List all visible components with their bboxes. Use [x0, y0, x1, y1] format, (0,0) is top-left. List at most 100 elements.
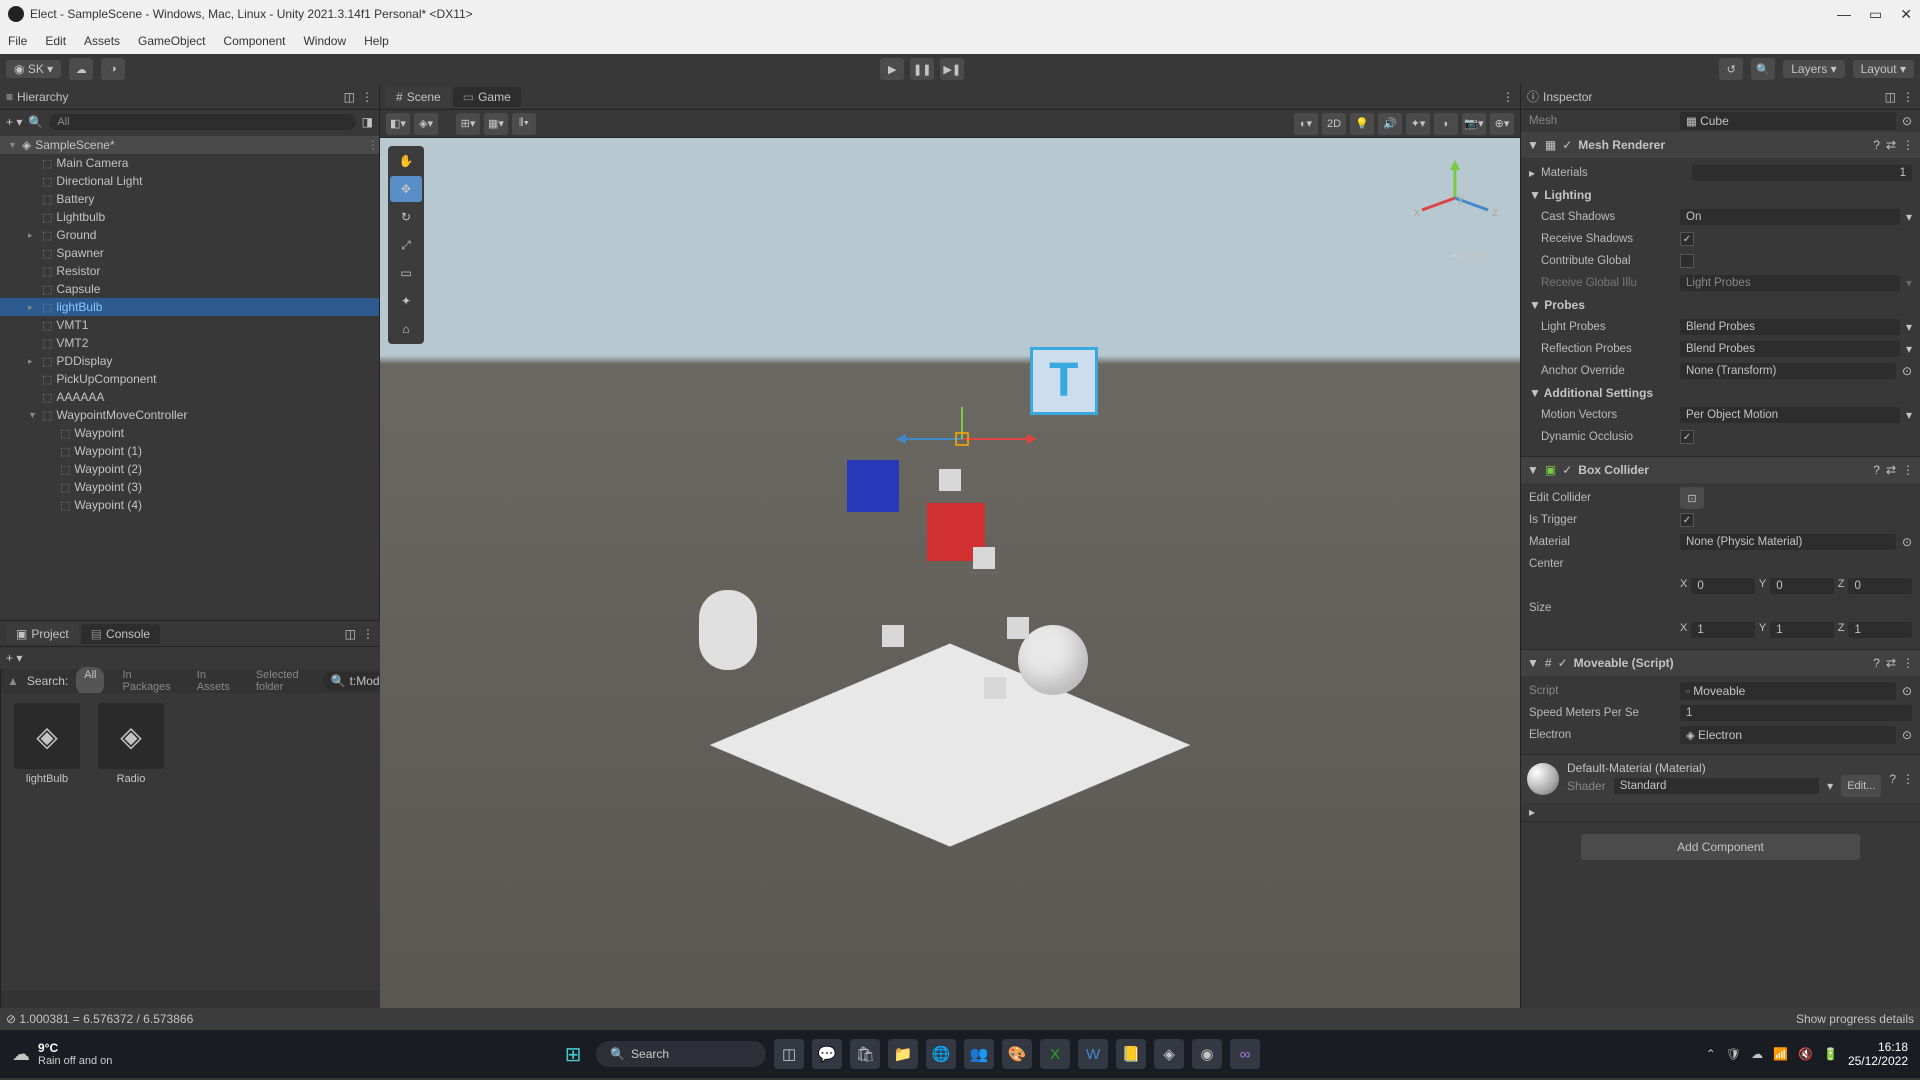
shader-edit-button[interactable]: Edit... [1841, 775, 1881, 797]
hierarchy-item[interactable]: ⬚ Capsule [0, 280, 379, 298]
physic-material-field[interactable]: None (Physic Material) [1680, 534, 1896, 550]
custom-tool[interactable]: ⌂ [390, 316, 422, 342]
grid-dropdown[interactable]: ⊞▾ [456, 113, 480, 135]
hierarchy-item[interactable]: ⬚ Lightbulb [0, 208, 379, 226]
asset-item[interactable]: ◈Radio [95, 703, 167, 785]
increment-dropdown[interactable]: ⫴▾ [512, 113, 536, 135]
word-icon[interactable]: W [1078, 1039, 1108, 1069]
project-menu-icon[interactable]: ⋮ [362, 627, 374, 641]
projection-label[interactable]: ◂ Persp [1451, 248, 1492, 262]
gizmos-dropdown[interactable]: ⊕▾ [1490, 113, 1514, 135]
hierarchy-item[interactable]: ⬚ Spawner [0, 244, 379, 262]
box-collider-header[interactable]: ▼▣✓ Box Collider ?⇄⋮ [1521, 457, 1920, 483]
paint-icon[interactable]: 🎨 [1002, 1039, 1032, 1069]
rect-tool[interactable]: ▭ [390, 260, 422, 286]
visibility-toggle[interactable]: ◗ [1434, 113, 1458, 135]
hierarchy-item[interactable]: ⬚ Directional Light [0, 172, 379, 190]
filter-selected-folder[interactable]: Selected folder [248, 667, 307, 695]
shader-dropdown[interactable]: Standard [1614, 778, 1819, 794]
light-probes-dropdown[interactable]: Blend Probes [1680, 319, 1900, 335]
electron-field[interactable]: ◈ Electron [1680, 726, 1896, 744]
audio-toggle[interactable]: 🔊 [1378, 113, 1402, 135]
hierarchy-item[interactable]: ⬚ Resistor [0, 262, 379, 280]
anchor-override-field[interactable]: None (Transform) [1680, 363, 1896, 379]
unity-hub-icon[interactable]: ◈ [1154, 1039, 1184, 1069]
reflection-probes-dropdown[interactable]: Blend Probes [1680, 341, 1900, 357]
tray-chevron-icon[interactable]: ⌃ [1706, 1047, 1716, 1061]
snap-dropdown[interactable]: ▦▾ [484, 113, 508, 135]
pause-button[interactable]: ❚❚ [910, 58, 934, 80]
tray-security-icon[interactable]: 🛡 [1726, 1047, 1741, 1061]
layers-dropdown[interactable]: Layers ▾ [1783, 60, 1844, 78]
tray-onedrive-icon[interactable]: ☁ [1751, 1047, 1763, 1061]
mesh-value[interactable]: ▦ Cube [1680, 112, 1896, 130]
explorer-icon[interactable]: 📁 [888, 1039, 918, 1069]
mesh-picker-icon[interactable]: ⊙ [1902, 114, 1912, 128]
maximize-button[interactable]: ▭ [1869, 6, 1882, 23]
edit-collider-button[interactable]: ⊡ [1680, 487, 1704, 509]
chrome-icon[interactable]: ◉ [1192, 1039, 1222, 1069]
hierarchy-item[interactable]: ⬚ VMT2 [0, 334, 379, 352]
scene-tab[interactable]: # Scene [386, 87, 451, 107]
asset-item[interactable]: ◈lightBulb [11, 703, 83, 785]
store-icon[interactable]: 🛍 [850, 1039, 880, 1069]
hierarchy-item[interactable]: ⬚ Battery [0, 190, 379, 208]
search-icon[interactable]: 🔍 [1751, 58, 1775, 80]
minimize-button[interactable]: — [1837, 6, 1851, 23]
hierarchy-item[interactable]: ⬚ Waypoint (1) [0, 442, 379, 460]
add-component-button[interactable]: Add Component [1581, 834, 1860, 860]
notes-icon[interactable]: 📒 [1116, 1039, 1146, 1069]
edge-icon[interactable]: 🌐 [926, 1039, 956, 1069]
close-button[interactable]: ✕ [1900, 6, 1912, 23]
hierarchy-lock-icon[interactable]: ◫ [344, 90, 355, 104]
progress-details-button[interactable]: Show progress details [1796, 1012, 1914, 1026]
rotate-tool[interactable]: ↻ [390, 204, 422, 230]
is-trigger-checkbox[interactable]: ✓ [1680, 513, 1694, 527]
tray-battery-icon[interactable]: 🔋 [1823, 1047, 1838, 1061]
mesh-renderer-header[interactable]: ▼▦✓ Mesh Renderer ?⇄⋮ [1521, 132, 1920, 158]
transform-tool[interactable]: ✦ [390, 288, 422, 314]
tray-wifi-icon[interactable]: 📶 [1773, 1047, 1788, 1061]
hand-tool[interactable]: ✋ [390, 148, 422, 174]
size-x-input[interactable]: 1 [1691, 622, 1755, 638]
vs-icon[interactable]: ∞ [1230, 1039, 1260, 1069]
scene-menu-icon[interactable]: ⋮ [1502, 90, 1514, 104]
game-tab[interactable]: ▭ Game [453, 87, 521, 107]
hierarchy-filter-icon[interactable]: ◨ [362, 115, 373, 129]
hierarchy-item[interactable]: ▸⬚ Ground [0, 226, 379, 244]
hierarchy-item[interactable]: ⬚ Main Camera [0, 154, 379, 172]
moveable-header[interactable]: ▼#✓ Moveable (Script) ?⇄⋮ [1521, 650, 1920, 676]
taskbar-search[interactable]: 🔍 Search [596, 1041, 766, 1067]
hierarchy-tab[interactable]: Hierarchy [17, 90, 68, 104]
version-control-icon[interactable]: ◑ [101, 58, 125, 80]
speed-input[interactable]: 1 [1680, 705, 1912, 721]
filter-in-assets[interactable]: In Assets [189, 667, 238, 695]
orientation-gizmo[interactable]: xzy [1410, 158, 1500, 238]
center-y-input[interactable]: 0 [1770, 578, 1834, 594]
project-lock-icon[interactable]: ◫ [345, 627, 356, 641]
task-view-icon[interactable]: ◫ [774, 1039, 804, 1069]
menu-assets[interactable]: Assets [84, 34, 120, 48]
hierarchy-item[interactable]: ▸⬚ PDDisplay [0, 352, 379, 370]
hierarchy-create-dropdown[interactable]: + ▾ [6, 115, 22, 129]
move-tool[interactable]: ✥ [390, 176, 422, 202]
hierarchy-item[interactable]: ▼⬚ WaypointMoveController [0, 406, 379, 424]
size-y-input[interactable]: 1 [1770, 622, 1834, 638]
contribute-gi-checkbox[interactable] [1680, 254, 1694, 268]
hierarchy-item[interactable]: ⬚ Waypoint (3) [0, 478, 379, 496]
hierarchy-search-input[interactable]: All [49, 114, 355, 130]
lighting-toggle[interactable]: 💡 [1350, 113, 1374, 135]
center-z-input[interactable]: 0 [1848, 578, 1912, 594]
draw-mode-dropdown[interactable]: ◐▾ [1294, 113, 1318, 135]
account-dropdown[interactable]: ◉ SK ▾ [6, 60, 61, 78]
teams-icon[interactable]: 👥 [964, 1039, 994, 1069]
center-x-input[interactable]: 0 [1691, 578, 1755, 594]
hierarchy-item[interactable]: ⬚ Waypoint (2) [0, 460, 379, 478]
undo-history-icon[interactable]: ↺ [1719, 58, 1743, 80]
filter-all[interactable]: All [76, 667, 104, 695]
hierarchy-menu-icon[interactable]: ⋮ [361, 90, 373, 104]
status-error-icon[interactable]: ⊘ [6, 1012, 16, 1026]
2d-toggle[interactable]: 2D [1322, 113, 1346, 135]
receive-shadows-checkbox[interactable]: ✓ [1680, 232, 1694, 246]
cast-shadows-dropdown[interactable]: On [1680, 209, 1900, 225]
